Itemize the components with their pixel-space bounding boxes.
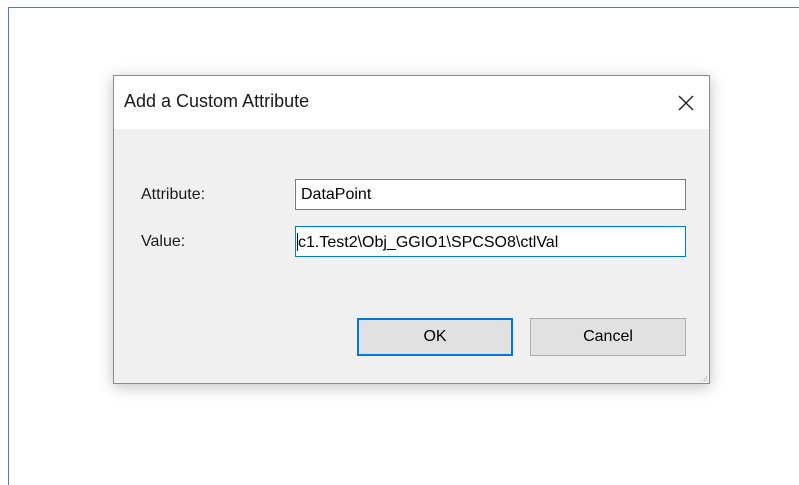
background-frame-border-left — [8, 7, 9, 485]
resize-grip-icon[interactable] — [700, 374, 708, 382]
ok-button[interactable]: OK — [357, 318, 513, 356]
page: Add a Custom Attribute Attribute: DataPo… — [0, 0, 799, 485]
ok-button-label: OK — [423, 328, 447, 345]
attribute-label: Attribute: — [141, 186, 206, 203]
background-frame-border-top — [8, 7, 799, 8]
value-label: Value: — [141, 233, 186, 250]
dialog-titlebar[interactable]: Add a Custom Attribute — [114, 76, 709, 129]
cancel-button[interactable]: Cancel — [530, 318, 686, 356]
attribute-input[interactable]: DataPoint — [295, 179, 686, 210]
value-input-value: c1.Test2\Obj_GGIO1\SPCSO8\ctlVal — [298, 234, 559, 251]
close-x-icon — [678, 95, 694, 110]
cancel-button-label: Cancel — [583, 328, 633, 345]
value-input[interactable]: c1.Test2\Obj_GGIO1\SPCSO8\ctlVal — [295, 226, 686, 257]
close-button[interactable] — [663, 76, 709, 129]
attribute-input-value: DataPoint — [301, 186, 372, 203]
custom-attribute-dialog: Add a Custom Attribute Attribute: DataPo… — [113, 75, 710, 384]
dialog-title: Add a Custom Attribute — [124, 91, 310, 111]
